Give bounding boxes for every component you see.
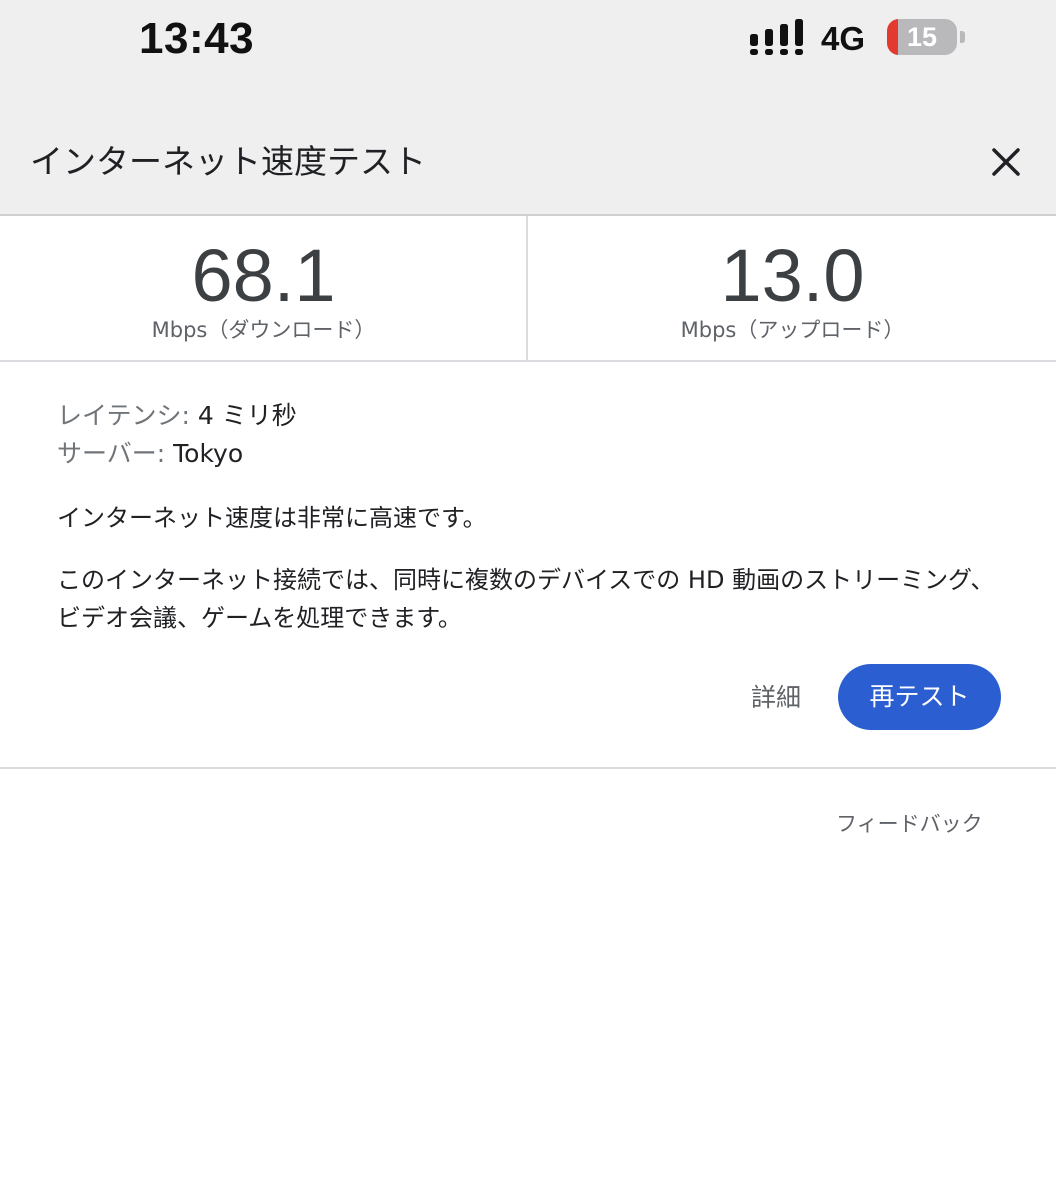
speed-description: このインターネット接続では、同時に複数のデバイスでの HD 動画のストリーミング… bbox=[57, 566, 995, 632]
feedback-link[interactable]: フィードバック bbox=[836, 807, 983, 841]
battery-cap bbox=[960, 31, 965, 43]
download-speed-value: 68.1 bbox=[191, 234, 336, 317]
server-label: サーバー: bbox=[57, 439, 174, 468]
signal-icon bbox=[750, 19, 803, 55]
server-line: サーバー: Tokyo bbox=[57, 437, 243, 471]
download-result: 68.1 Mbps（ダウンロード） bbox=[0, 216, 527, 360]
status-bar: 13:43 4G 15 bbox=[0, 0, 1056, 110]
dialog-title: インターネット速度テスト bbox=[30, 142, 426, 181]
speed-test-screen: 13:43 4G 15 インターネット速度テスト 68.1 Mbps（ダウンロー… bbox=[0, 0, 1056, 1200]
latency-line: レイテンシ: 4 ミリ秒 bbox=[57, 399, 297, 433]
status-time: 13:43 bbox=[139, 14, 255, 63]
latency-value: 4 ミリ秒 bbox=[197, 401, 297, 430]
speed-summary: インターネット速度は非常に高速です。 bbox=[57, 504, 487, 532]
results-divider bbox=[526, 216, 528, 360]
latency-label: レイテンシ: bbox=[57, 401, 198, 430]
upload-speed-value: 13.0 bbox=[720, 234, 865, 317]
close-button[interactable] bbox=[982, 138, 1030, 186]
network-type: 4G bbox=[821, 20, 866, 57]
server-value: Tokyo bbox=[173, 439, 244, 468]
close-icon bbox=[992, 148, 1020, 176]
battery-level-text: 15 bbox=[906, 22, 938, 52]
battery-body: 15 bbox=[887, 19, 957, 55]
upload-result: 13.0 Mbps（アップロード） bbox=[529, 216, 1056, 360]
result-details: レイテンシ: 4 ミリ秒 サーバー: Tokyo インターネット速度は非常に高速… bbox=[0, 362, 1056, 767]
battery-icon: 15 bbox=[887, 19, 965, 57]
footer-divider bbox=[0, 767, 1056, 769]
speed-results: 68.1 Mbps（ダウンロード） 13.0 Mbps（アップロード） bbox=[0, 216, 1056, 362]
upload-speed-unit: Mbps（アップロード） bbox=[680, 318, 905, 342]
retest-button[interactable]: 再テスト bbox=[838, 664, 1001, 730]
details-button[interactable]: 詳細 bbox=[744, 678, 808, 718]
dialog-header: インターネット速度テスト bbox=[0, 110, 1056, 216]
download-speed-unit: Mbps（ダウンロード） bbox=[151, 318, 376, 342]
